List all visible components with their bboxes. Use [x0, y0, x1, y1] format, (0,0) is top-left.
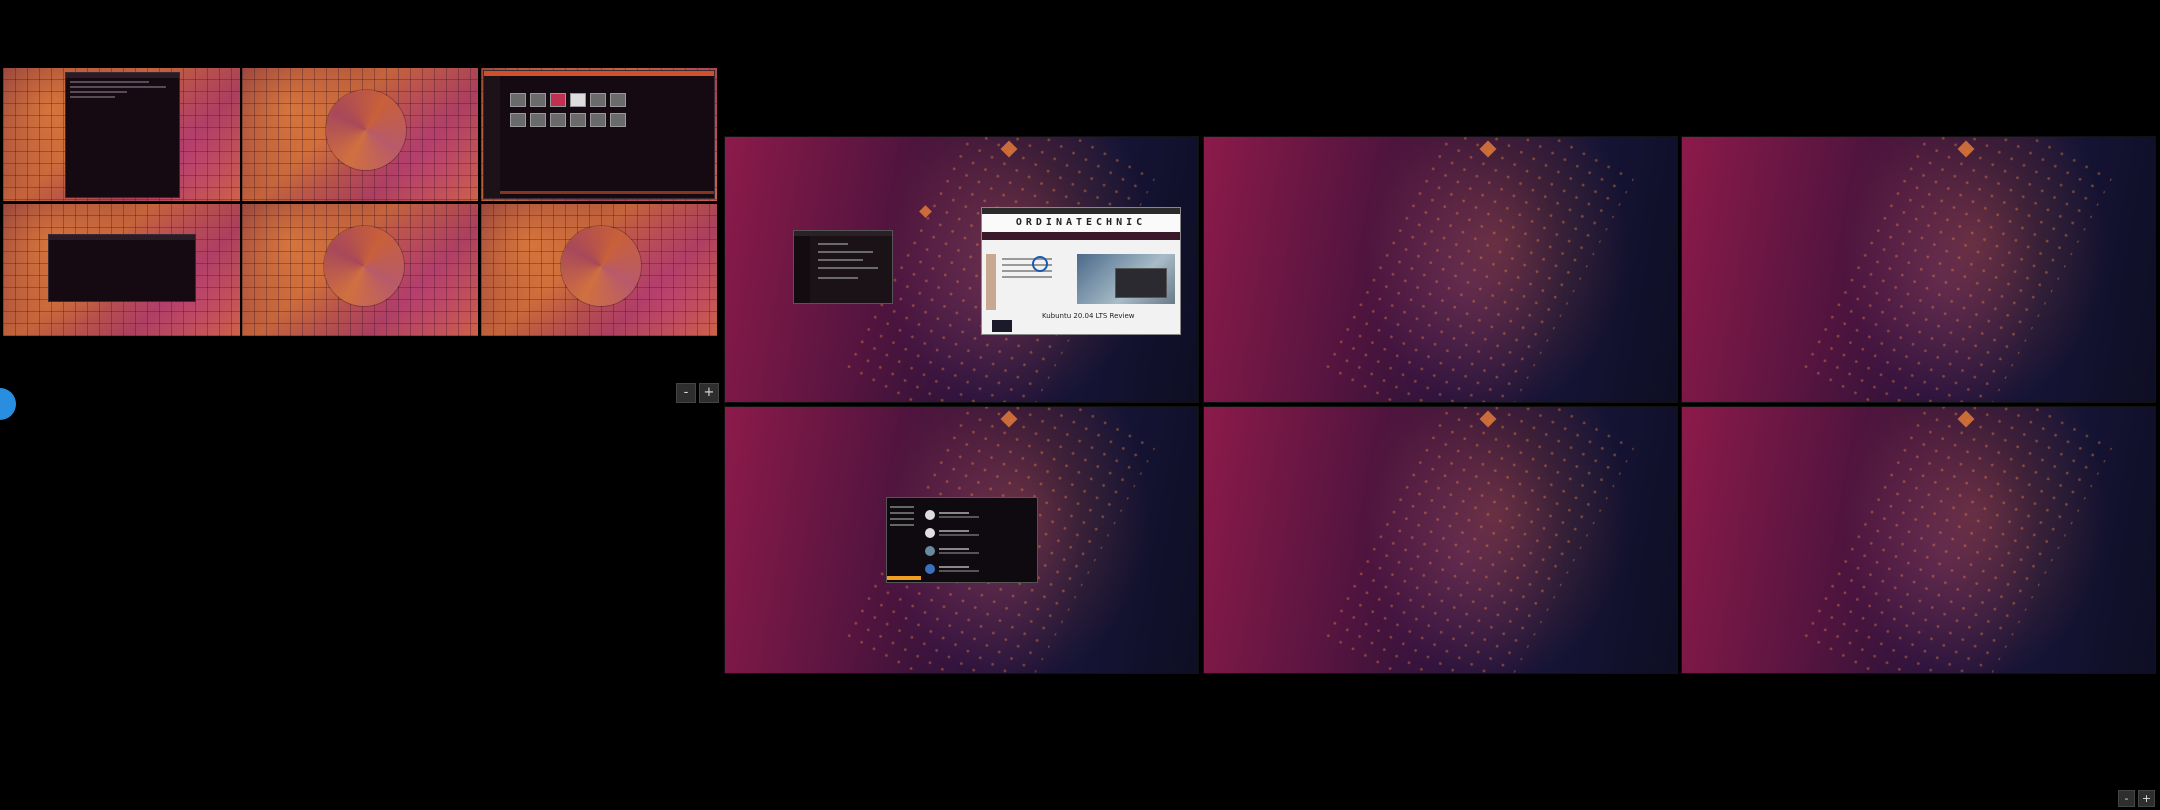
window-titlebar — [49, 235, 195, 240]
workspace-2-preview[interactable] — [242, 68, 478, 201]
folder-icon[interactable] — [530, 93, 546, 107]
article-headline[interactable]: Kubuntu 20.04 LTS Review — [1042, 312, 1135, 320]
text-line — [70, 96, 116, 98]
workspace-big-1[interactable]: ORDINATECHNIC Kubuntu 20.04 LTS Review — [724, 136, 1199, 403]
software-store-window[interactable] — [886, 497, 1038, 583]
workspace-5-preview[interactable] — [242, 204, 478, 336]
folder-icon[interactable] — [550, 113, 566, 127]
hot-corner-indicator[interactable] — [0, 388, 16, 420]
text-line — [818, 277, 858, 279]
workspace-big-5[interactable] — [1203, 406, 1678, 674]
wallpaper-particles — [1320, 137, 1637, 402]
article-thumbnail[interactable] — [992, 320, 1012, 332]
zoom-in-button[interactable]: + — [2138, 790, 2155, 807]
distro-logo-icon — [1032, 256, 1048, 272]
text-line — [890, 518, 914, 520]
text-line — [818, 251, 873, 253]
window-titlebar — [66, 73, 179, 78]
code-editor-window[interactable] — [65, 72, 180, 198]
app-list-item[interactable] — [925, 546, 1025, 556]
text-line — [939, 566, 969, 568]
text-line — [939, 548, 969, 550]
store-sidebar — [887, 502, 917, 582]
workspace-big-4[interactable] — [724, 406, 1199, 674]
text-line — [1002, 276, 1052, 278]
site-navigation[interactable] — [982, 232, 1180, 240]
workspace-big-3[interactable] — [1681, 136, 2156, 403]
workspace-4-preview[interactable] — [3, 204, 240, 336]
text-line — [818, 243, 848, 245]
wallpaper-particles — [1798, 137, 2115, 402]
screenshot-thumbnail — [1115, 268, 1167, 298]
window-titlebar — [484, 71, 714, 76]
zoom-in-button[interactable]: + — [699, 383, 719, 403]
workspace-big-6[interactable] — [1681, 406, 2156, 674]
wallpaper-particles — [1797, 407, 2115, 673]
wallpaper-particles — [1319, 407, 1637, 673]
article-image-strip — [986, 254, 996, 310]
text-line — [70, 81, 150, 83]
folder-icon[interactable] — [610, 113, 626, 127]
status-bar — [500, 191, 714, 194]
zoom-out-button[interactable]: - — [2118, 790, 2135, 807]
text-line — [70, 91, 127, 93]
text-line — [890, 506, 914, 508]
file-icon-grid — [510, 93, 626, 127]
workspace-3-preview[interactable] — [481, 68, 717, 201]
wallpaper-disc — [324, 226, 404, 306]
workspace-big-2[interactable] — [1203, 136, 1678, 403]
wallpaper-disc — [561, 226, 641, 306]
store-highlight-bar — [887, 576, 921, 580]
terminal-window[interactable] — [48, 234, 196, 302]
text-line — [70, 86, 167, 88]
article-hero-image[interactable] — [1077, 254, 1175, 304]
browser-window[interactable]: ORDINATECHNIC Kubuntu 20.04 LTS Review — [981, 207, 1181, 335]
folder-icon[interactable] — [510, 93, 526, 107]
app-icon — [925, 528, 935, 538]
image-file-icon[interactable] — [570, 93, 586, 107]
app-icon — [925, 546, 935, 556]
workspace-1-preview[interactable] — [3, 68, 240, 201]
folder-icon[interactable] — [590, 93, 606, 107]
text-line — [890, 512, 914, 514]
image-file-icon[interactable] — [550, 93, 566, 107]
text-line — [939, 570, 979, 572]
zoom-out-button[interactable]: - — [676, 383, 696, 403]
wallpaper-disc — [326, 90, 406, 170]
file-manager-window[interactable] — [483, 70, 715, 199]
text-line — [939, 534, 979, 536]
settings-window[interactable] — [793, 230, 893, 304]
folder-icon[interactable] — [570, 113, 586, 127]
folder-icon[interactable] — [510, 113, 526, 127]
app-list-item[interactable] — [925, 564, 1025, 574]
text-line — [818, 259, 863, 261]
app-icon — [925, 564, 935, 574]
app-list-item[interactable] — [925, 510, 1025, 520]
settings-sidebar — [794, 236, 810, 303]
text-line — [890, 524, 914, 526]
site-brand[interactable]: ORDINATECHNIC — [982, 214, 1180, 232]
text-line — [818, 267, 878, 269]
text-line — [939, 552, 979, 554]
workspace-6-preview[interactable] — [481, 204, 717, 336]
app-list-item[interactable] — [925, 528, 1025, 538]
text-line — [939, 516, 979, 518]
text-line — [939, 530, 969, 532]
file-manager-sidebar — [484, 76, 500, 198]
folder-icon[interactable] — [610, 93, 626, 107]
text-line — [939, 512, 969, 514]
app-icon — [925, 510, 935, 520]
folder-icon[interactable] — [530, 113, 546, 127]
folder-icon[interactable] — [590, 113, 606, 127]
